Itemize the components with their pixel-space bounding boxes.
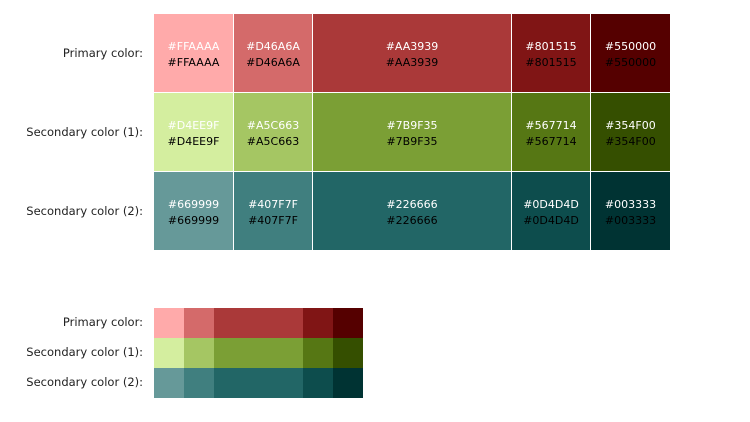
swatch-hex-dark: #AA3939 bbox=[385, 56, 439, 69]
row-label: Secondary color (2): bbox=[26, 204, 143, 218]
swatch-hex-dark: #A5C663 bbox=[246, 135, 300, 148]
strip-swatch bbox=[333, 338, 363, 368]
swatch-hex-dark: #407F7F bbox=[248, 214, 298, 227]
swatch-hex-light: #D46A6A bbox=[246, 40, 300, 53]
row-label: Secondary color (1): bbox=[26, 125, 143, 139]
swatch-hex-light: #354F00 bbox=[605, 119, 656, 132]
swatch-hex-dark: #FFAAAA bbox=[167, 56, 220, 69]
swatch-hex-light: #550000 bbox=[604, 40, 657, 53]
row-label: Secondary color (1): bbox=[26, 345, 143, 359]
strip-swatch bbox=[154, 338, 184, 368]
color-swatch: #FFAAAA #FFAAAA bbox=[154, 14, 233, 92]
swatch-hex-dark: #D4EE9F bbox=[167, 135, 220, 148]
color-swatch: #003333 #003333 bbox=[591, 172, 670, 250]
swatch-hex-dark: #567714 bbox=[525, 135, 577, 148]
strip-swatch bbox=[214, 368, 303, 398]
strip-swatch bbox=[214, 338, 303, 368]
color-swatch: #0D4D4D #0D4D4D bbox=[512, 172, 590, 250]
strip-swatch bbox=[184, 308, 214, 338]
swatch-hex-dark: #7B9F35 bbox=[386, 135, 438, 148]
strip-swatch bbox=[303, 338, 333, 368]
row-label: Primary color: bbox=[62, 46, 143, 60]
strip-swatch bbox=[333, 308, 363, 338]
color-swatch: #7B9F35 #7B9F35 bbox=[313, 93, 511, 171]
color-swatch: #669999 #669999 bbox=[154, 172, 233, 250]
strip-swatch bbox=[184, 338, 214, 368]
row-label: Secondary color (2): bbox=[26, 375, 143, 389]
strip-swatch bbox=[333, 368, 363, 398]
swatch-hex-dark: #669999 bbox=[167, 214, 220, 227]
color-swatch: #354F00 #354F00 bbox=[591, 93, 670, 171]
swatch-hex-light: #D4EE9F bbox=[167, 119, 220, 132]
color-swatch: #226666 #226666 bbox=[313, 172, 511, 250]
swatch-hex-light: #003333 bbox=[604, 198, 657, 211]
swatch-hex-dark: #D46A6A bbox=[246, 56, 300, 69]
row-label: Primary color: bbox=[62, 315, 143, 329]
swatch-hex-dark: #801515 bbox=[525, 56, 577, 69]
swatch-hex-dark: #0D4D4D bbox=[523, 214, 579, 227]
swatch-hex-light: #7B9F35 bbox=[386, 119, 438, 132]
strip-swatch bbox=[154, 308, 184, 338]
swatch-hex-light: #AA3939 bbox=[385, 40, 439, 53]
swatch-hex-light: #A5C663 bbox=[246, 119, 300, 132]
swatch-hex-light: #669999 bbox=[167, 198, 220, 211]
strip-swatch bbox=[303, 308, 333, 338]
color-swatch: #567714 #567714 bbox=[512, 93, 590, 171]
color-swatch: #A5C663 #A5C663 bbox=[234, 93, 312, 171]
strip-swatch bbox=[303, 368, 333, 398]
color-swatch: #D4EE9F #D4EE9F bbox=[154, 93, 233, 171]
color-swatch: #AA3939 #AA3939 bbox=[313, 14, 511, 92]
swatch-hex-dark: #354F00 bbox=[605, 135, 656, 148]
strip-swatch bbox=[214, 308, 303, 338]
swatch-hex-light: #226666 bbox=[386, 198, 438, 211]
swatch-hex-light: #801515 bbox=[525, 40, 577, 53]
color-swatch: #550000 #550000 bbox=[591, 14, 670, 92]
strip-swatch bbox=[154, 368, 184, 398]
swatch-hex-dark: #226666 bbox=[386, 214, 438, 227]
swatch-hex-light: #407F7F bbox=[248, 198, 298, 211]
swatch-hex-light: #567714 bbox=[525, 119, 577, 132]
swatch-hex-light: #FFAAAA bbox=[167, 40, 220, 53]
strip-swatch bbox=[184, 368, 214, 398]
color-swatch: #407F7F #407F7F bbox=[234, 172, 312, 250]
swatch-hex-dark: #550000 bbox=[604, 56, 657, 69]
swatch-hex-light: #0D4D4D bbox=[523, 198, 579, 211]
color-swatch: #801515 #801515 bbox=[512, 14, 590, 92]
swatch-hex-dark: #003333 bbox=[604, 214, 657, 227]
color-swatch: #D46A6A #D46A6A bbox=[234, 14, 312, 92]
